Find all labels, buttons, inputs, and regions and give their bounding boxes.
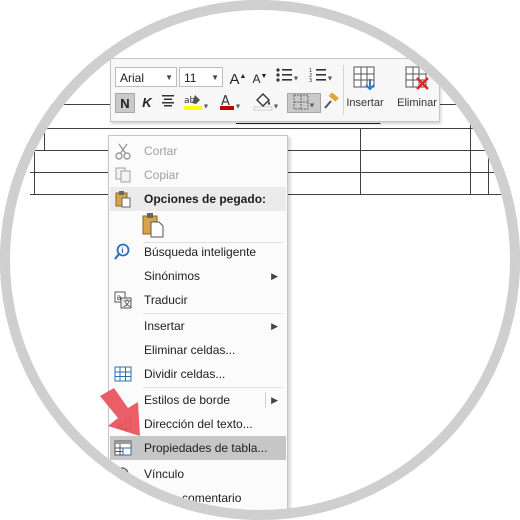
translate-icon: a文 <box>114 291 132 309</box>
font-color-button[interactable]: A ▼ <box>215 93 245 113</box>
menu-item-new-comment[interactable]: Nuevo comentario <box>110 486 286 510</box>
clipboard-icon <box>115 191 131 208</box>
menu-item-synonyms[interactable]: Sinónimos ▶ <box>110 264 286 288</box>
menu-item-label: Insertar <box>144 319 185 333</box>
svg-text:文: 文 <box>123 298 131 308</box>
svg-text:3: 3 <box>309 78 312 83</box>
menu-item-smart-lookup[interactable]: i Búsqueda inteligente <box>110 240 286 264</box>
menu-item-label: Copiar <box>144 168 180 182</box>
menu-item-label: Dividir celdas... <box>144 367 226 381</box>
format-painter-icon <box>324 92 339 109</box>
split-divider <box>265 392 266 408</box>
magnifier-lens: Servicio Internet Arial ▼ 11 ▼ A▲ A▼ ▼ 1… <box>0 0 520 520</box>
shading-button[interactable]: ▼ <box>249 93 283 113</box>
highlight-color-button[interactable]: ab ▼ <box>181 93 211 113</box>
shrink-font-button[interactable]: A▼ <box>251 67 269 87</box>
font-size-value: 11 <box>184 71 197 85</box>
menu-item-label: Nuevo comentario <box>144 491 242 505</box>
delete-button[interactable]: Eliminar <box>393 63 441 117</box>
menu-item-cut[interactable]: Cortar <box>110 139 286 163</box>
menu-item-delete-cells[interactable]: Eliminar celdas... <box>110 338 286 362</box>
font-name-select[interactable]: Arial ▼ <box>115 67 177 87</box>
font-name-value: Arial <box>120 71 145 85</box>
delete-table-icon <box>405 66 429 90</box>
copy-icon <box>115 167 131 183</box>
menu-item-label: Vínculo <box>144 467 185 481</box>
menu-item-label: Sinónimos <box>144 269 201 283</box>
mini-toolbar: Arial ▼ 11 ▼ A▲ A▼ ▼ 1 2 3 ▼ N K ab ▼ A ▼ ▼ ▼ <box>110 58 440 122</box>
paste-keep-source-button[interactable] <box>141 212 167 240</box>
chevron-right-icon: ▶ <box>271 395 278 405</box>
format-painter-button[interactable] <box>321 92 341 113</box>
menu-item-label: Propiedades de tabla... <box>144 441 268 455</box>
highlighter-icon: ab <box>183 95 202 110</box>
paste-icon <box>142 213 164 238</box>
bullets-icon <box>275 68 292 82</box>
delete-label: Eliminar <box>397 97 437 109</box>
italic-button[interactable]: K <box>139 93 155 113</box>
menu-item-label: Cortar <box>144 144 178 158</box>
chevron-down-icon: ▼ <box>211 73 219 82</box>
shrink-font-icon: A <box>252 72 261 86</box>
svg-text:i: i <box>121 247 123 255</box>
borders-icon <box>293 94 309 110</box>
chevron-right-icon: ▶ <box>271 321 278 331</box>
font-size-select[interactable]: 11 ▼ <box>179 67 223 87</box>
bold-button[interactable]: N <box>115 93 135 113</box>
numbering-button[interactable]: 1 2 3 ▼ <box>307 67 335 87</box>
menu-item-label: Búsqueda inteligente <box>144 245 257 259</box>
pointer-arrow-icon <box>100 388 140 436</box>
borders-button[interactable]: ▼ <box>287 93 321 113</box>
menu-item-label: Eliminar celdas... <box>144 343 236 357</box>
scissors-icon <box>115 143 131 160</box>
menu-item-copy[interactable]: Copiar <box>110 163 286 187</box>
center-align-button[interactable] <box>159 93 177 113</box>
chevron-right-icon: ▶ <box>271 271 278 281</box>
link-icon <box>115 467 129 481</box>
comment-icon <box>115 491 131 507</box>
numbering-icon: 123 <box>309 68 326 84</box>
menu-item-split-cells[interactable]: Dividir celdas... <box>110 362 286 386</box>
insert-label: Insertar <box>346 97 384 109</box>
bullets-button[interactable]: ▼ <box>273 67 301 87</box>
menu-item-link[interactable]: Vínculo <box>110 462 286 486</box>
menu-item-label: Opciones de pegado: <box>144 192 267 206</box>
insert-button[interactable]: Insertar <box>341 63 389 117</box>
menu-item-label: Traducir <box>144 293 188 307</box>
grow-font-icon: A <box>229 71 240 88</box>
insert-table-icon <box>353 66 375 91</box>
grow-font-button[interactable]: A▲ <box>229 67 247 88</box>
menu-item-translate[interactable]: a文 Traducir <box>110 288 286 312</box>
menu-item-insert[interactable]: Insertar ▶ <box>110 314 286 338</box>
paint-bucket-icon <box>253 93 272 111</box>
smart-lookup-icon: i <box>114 243 130 260</box>
align-center-icon <box>162 95 174 107</box>
split-cells-icon <box>114 366 132 382</box>
menu-item-label: Dirección del texto... <box>144 417 253 431</box>
screenshot-stage: Servicio Internet Arial ▼ 11 ▼ A▲ A▼ ▼ 1… <box>0 0 520 520</box>
context-menu: Cortar Copiar Opciones de pegado: i Búsq… <box>108 135 288 520</box>
menu-section-paste-options: Opciones de pegado: <box>110 187 286 211</box>
chevron-down-icon: ▼ <box>165 73 173 82</box>
font-color-icon: A <box>219 94 234 110</box>
menu-item-label: Estilos de borde <box>144 393 231 407</box>
